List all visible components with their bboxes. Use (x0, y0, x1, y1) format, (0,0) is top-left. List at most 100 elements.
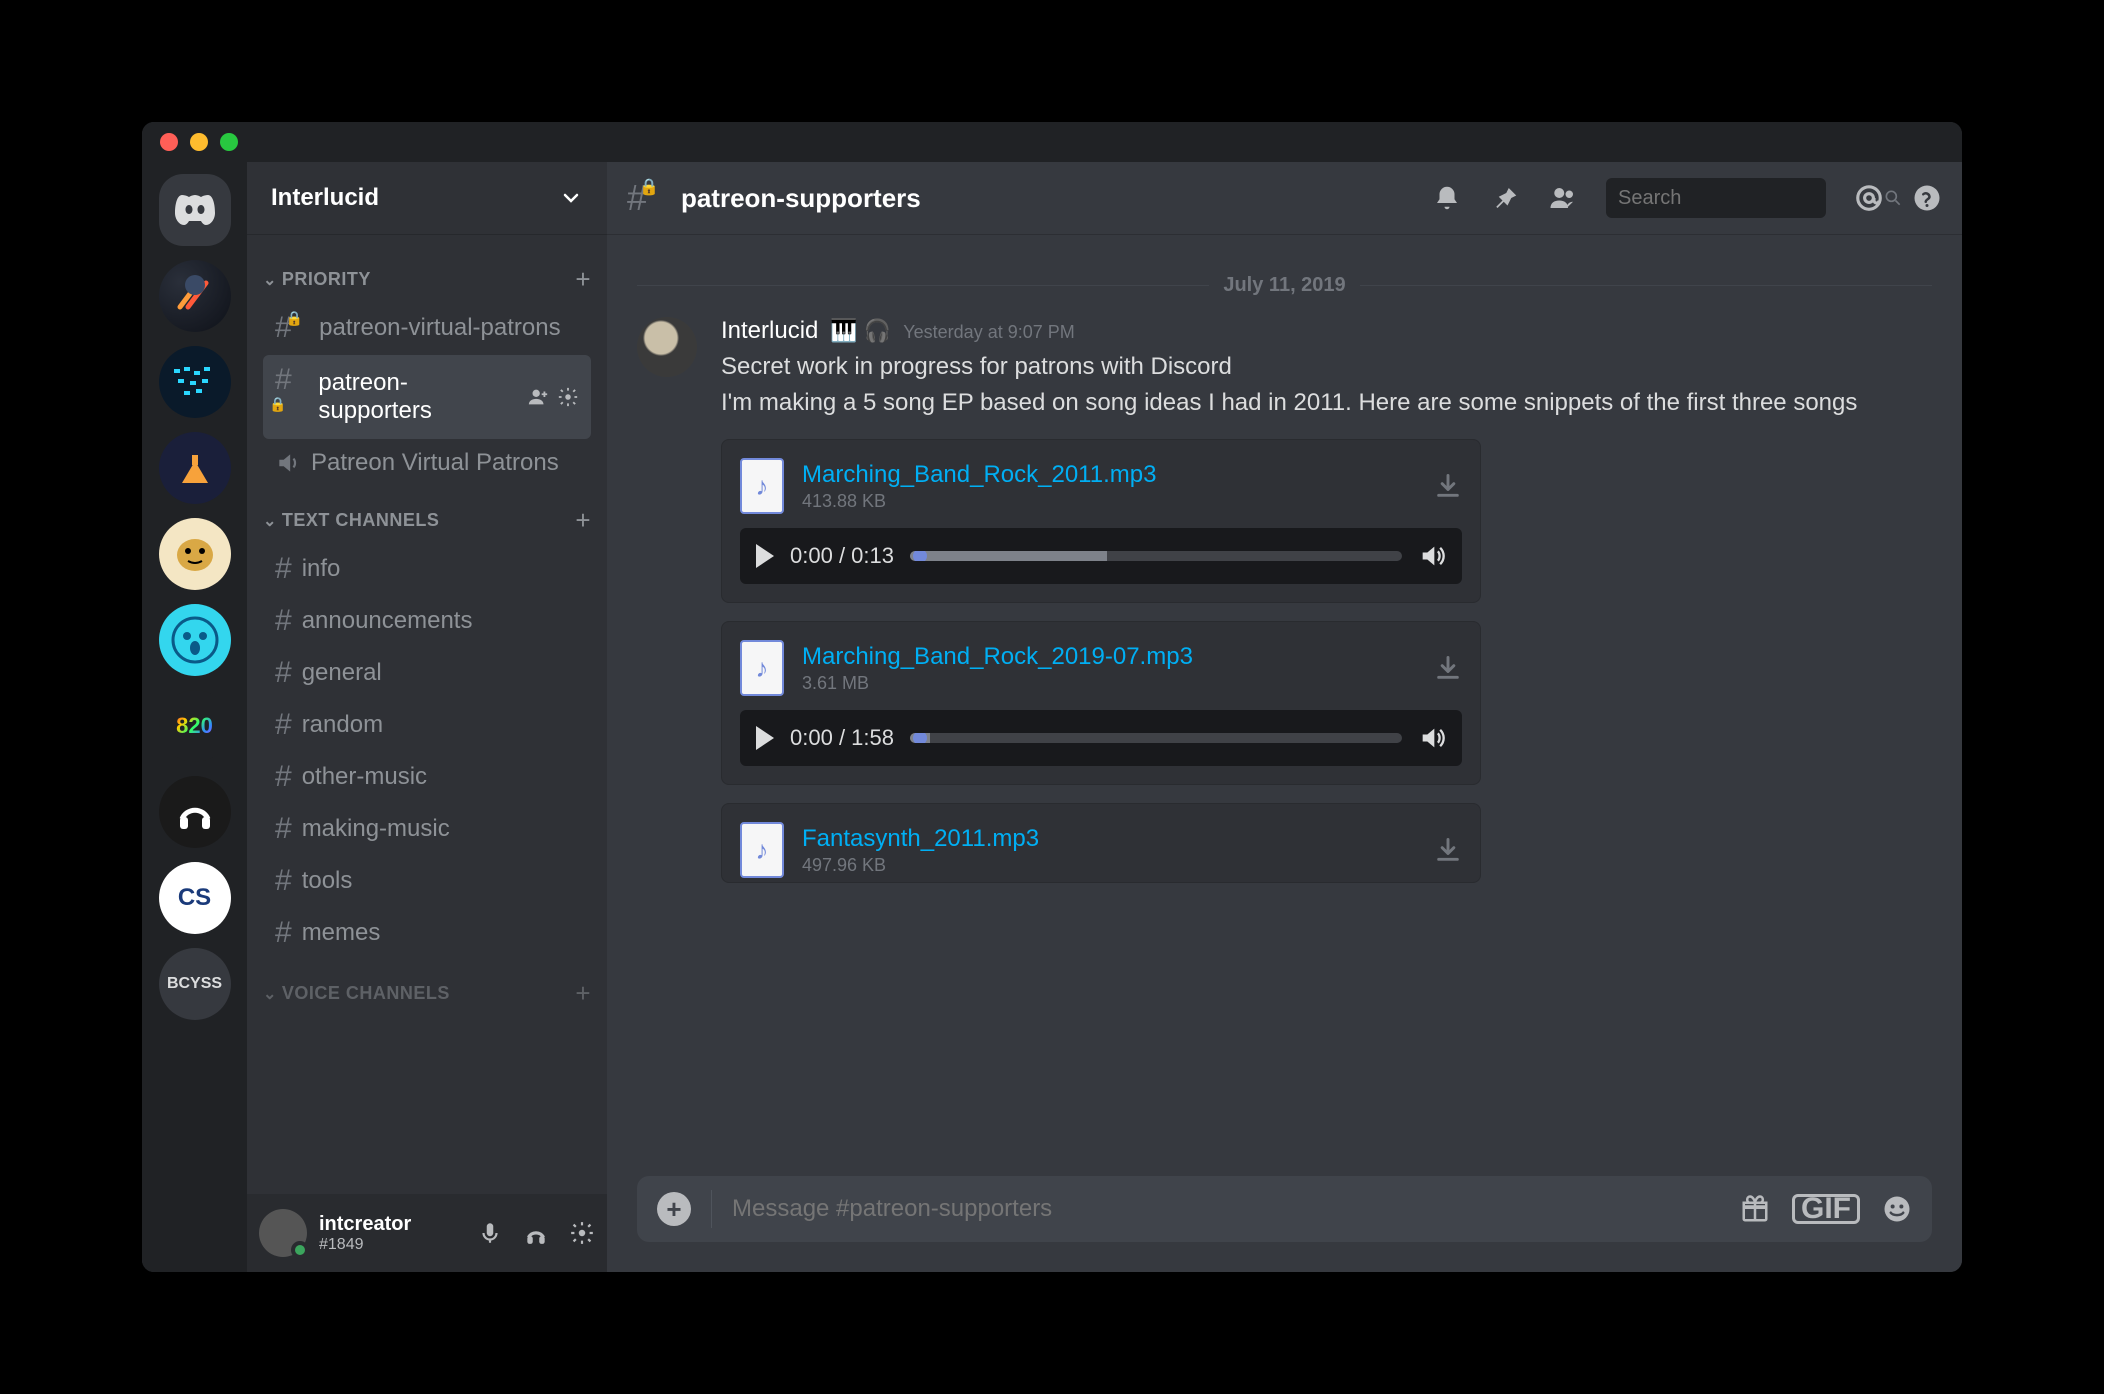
search-box[interactable] (1606, 178, 1826, 218)
notifications-icon[interactable] (1432, 183, 1462, 213)
maximize-window-button[interactable] (220, 133, 238, 151)
channel-item[interactable]: #random (263, 700, 591, 750)
search-input[interactable] (1618, 187, 1883, 210)
guild-icon[interactable] (159, 776, 231, 848)
deafen-icon[interactable] (523, 1220, 549, 1246)
channel-list[interactable]: PRIORITY + #🔒 patreon-virtual-patrons #🔒… (247, 234, 607, 1194)
channel-item[interactable]: #🔒 patreon-virtual-patrons (263, 303, 591, 353)
download-icon[interactable] (1434, 472, 1462, 500)
message-text: Secret work in progress for patrons with… (721, 349, 1932, 385)
audio-progress[interactable] (910, 733, 1402, 743)
author-name[interactable]: Interlucid (721, 317, 818, 345)
audio-progress[interactable] (910, 551, 1402, 561)
channel-item[interactable]: #general (263, 648, 591, 698)
channel-item-voice[interactable]: Patreon Virtual Patrons (263, 441, 591, 485)
main-content: #🔒 patreon-supporters July 11, 2019 (607, 162, 1962, 1272)
hash-lock-icon: #🔒 (275, 311, 309, 345)
channel-name: other-music (302, 763, 427, 791)
attachment-size: 3.61 MB (802, 673, 1416, 694)
channel-name: tools (302, 867, 353, 895)
guild-icon[interactable] (159, 346, 231, 418)
volume-icon[interactable] (1418, 724, 1446, 752)
channel-name: making-music (302, 815, 450, 843)
attachment-filename[interactable]: Fantasynth_2011.mp3 (802, 825, 1416, 853)
gear-icon[interactable] (557, 386, 579, 408)
channel-header: #🔒 patreon-supporters (607, 162, 1962, 234)
file-audio-icon: ♪ (740, 458, 784, 514)
channel-sidebar: Interlucid PRIORITY + #🔒 patreon-virtual… (247, 162, 607, 1272)
hash-icon: # (275, 656, 292, 690)
members-icon[interactable] (1548, 183, 1578, 213)
mute-icon[interactable] (477, 1220, 503, 1246)
message: Interlucid 🎹 🎧 Yesterday at 9:07 PM Secr… (637, 317, 1932, 883)
gift-icon[interactable] (1740, 1194, 1770, 1224)
add-channel-icon[interactable]: + (575, 264, 591, 295)
audio-attachment: ♪ Marching_Band_Rock_2011.mp3 413.88 KB … (721, 439, 1481, 603)
file-audio-icon: ♪ (740, 822, 784, 878)
audio-time: 0:00 / 1:58 (790, 725, 894, 751)
status-online-icon (291, 1241, 309, 1259)
category-header[interactable]: VOICE CHANNELS + (253, 960, 601, 1015)
category-label: TEXT CHANNELS (263, 510, 439, 531)
date-divider: July 11, 2019 (637, 274, 1932, 297)
minimize-window-button[interactable] (190, 133, 208, 151)
hash-lock-icon: #🔒 (275, 363, 308, 431)
category-header[interactable]: PRIORITY + (253, 246, 601, 301)
channel-item[interactable]: # making-music (263, 804, 591, 854)
mentions-icon[interactable] (1854, 183, 1884, 213)
user-avatar[interactable] (259, 1209, 307, 1257)
guild-icon[interactable]: CS (159, 862, 231, 934)
channel-item[interactable]: # other-music (263, 752, 591, 802)
attachment-size: 413.88 KB (802, 491, 1416, 512)
message-list[interactable]: July 11, 2019 Interlucid 🎹 🎧 Yesterday a… (607, 234, 1962, 1176)
author-avatar[interactable] (637, 317, 697, 377)
settings-icon[interactable] (569, 1220, 595, 1246)
channel-item[interactable]: #tools (263, 856, 591, 906)
channel-name: random (302, 711, 383, 739)
play-button[interactable] (756, 544, 774, 568)
attach-button[interactable]: + (657, 1192, 691, 1226)
play-button[interactable] (756, 726, 774, 750)
chevron-down-icon (559, 186, 583, 210)
attachment-filename[interactable]: Marching_Band_Rock_2019-07.mp3 (802, 643, 1416, 671)
audio-player: 0:00 / 1:58 (740, 710, 1462, 766)
guild-icon[interactable] (159, 518, 231, 590)
audio-attachment: ♪ Fantasynth_2011.mp3 497.96 KB (721, 803, 1481, 883)
channel-item[interactable]: #memes (263, 908, 591, 958)
home-button[interactable] (159, 174, 231, 246)
server-header[interactable]: Interlucid (247, 162, 607, 234)
guild-icon[interactable] (159, 432, 231, 504)
channel-name: patreon-virtual-patrons (319, 314, 560, 342)
guild-icon[interactable]: 820 (159, 690, 231, 762)
close-window-button[interactable] (160, 133, 178, 151)
download-icon[interactable] (1434, 836, 1462, 864)
gif-button[interactable]: GIF (1792, 1194, 1860, 1224)
volume-icon[interactable] (1418, 542, 1446, 570)
divider (711, 1190, 712, 1228)
download-icon[interactable] (1434, 654, 1462, 682)
add-channel-icon[interactable]: + (575, 978, 591, 1009)
help-icon[interactable] (1912, 183, 1942, 213)
guild-icon[interactable] (159, 604, 231, 676)
hash-icon: # (275, 760, 292, 794)
author-badges: 🎹 🎧 (830, 318, 891, 344)
pin-icon[interactable] (1490, 183, 1520, 213)
channel-item[interactable]: #announcements (263, 596, 591, 646)
channel-item[interactable]: #info (263, 544, 591, 594)
category-header[interactable]: TEXT CHANNELS + (253, 487, 601, 542)
guild-icon[interactable] (159, 260, 231, 332)
message-input[interactable] (732, 1195, 1720, 1223)
category-label: VOICE CHANNELS (263, 983, 450, 1004)
hash-icon: # (275, 812, 292, 846)
emoji-icon[interactable] (1882, 1194, 1912, 1224)
audio-time: 0:00 / 0:13 (790, 543, 894, 569)
channel-name: patreon-supporters (318, 369, 517, 425)
add-channel-icon[interactable]: + (575, 505, 591, 536)
app-body: 820 CS BCYSS Interlucid PRIORITY + (142, 162, 1962, 1272)
invite-icon[interactable] (527, 386, 549, 408)
hash-lock-icon: #🔒 (627, 177, 667, 219)
attachment-filename[interactable]: Marching_Band_Rock_2011.mp3 (802, 461, 1416, 489)
guild-icon[interactable]: BCYSS (159, 948, 231, 1020)
channel-item-active[interactable]: #🔒 patreon-supporters (263, 355, 591, 439)
message-timestamp: Yesterday at 9:07 PM (903, 322, 1074, 343)
